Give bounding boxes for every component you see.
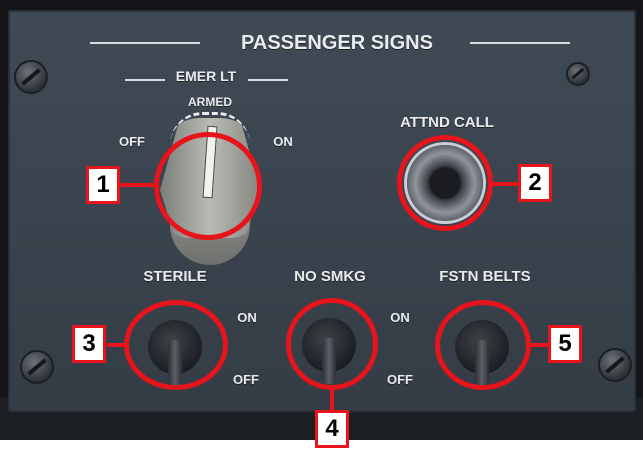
toggle-on-label-left: ON [237, 310, 257, 325]
callout-leader-5 [528, 343, 548, 347]
callout-leader-1 [119, 183, 157, 187]
callout-badge-3: 3 [72, 325, 106, 363]
emer-lt-rule-right [248, 79, 288, 81]
sterile-label: STERILE [143, 268, 207, 285]
callout-badge-4: 4 [315, 410, 349, 448]
toggle-on-label-right: ON [390, 310, 410, 325]
callout-ring-5 [435, 300, 531, 390]
attnd-call-label: ATTND CALL [400, 114, 494, 131]
callout-badge-5: 5 [548, 325, 582, 363]
callout-leader-3 [107, 343, 127, 347]
callout-ring-1 [154, 132, 262, 240]
callout-ring-2 [397, 135, 493, 231]
no-smkg-label: NO SMKG [294, 268, 366, 285]
callout-leader-2 [490, 182, 518, 186]
screw-icon [16, 62, 46, 92]
callout-ring-3 [124, 300, 228, 390]
toggle-off-label-left: OFF [233, 372, 259, 387]
emer-lt-rule-left [125, 79, 165, 81]
callout-leader-4 [330, 388, 334, 410]
toggle-off-label-right: OFF [387, 372, 413, 387]
callout-badge-1: 1 [86, 166, 120, 204]
callout-ring-4 [286, 298, 378, 390]
callout-badge-2: 2 [518, 164, 552, 202]
title-rule-right [470, 42, 570, 44]
fstn-belts-label: FSTN BELTS [439, 268, 531, 285]
panel-title: PASSENGER SIGNS [241, 32, 433, 54]
emer-lt-armed-label: ARMED [188, 95, 232, 109]
emer-lt-off-label: OFF [119, 134, 145, 149]
screw-icon [568, 64, 588, 84]
title-rule-left [90, 42, 200, 44]
emer-lt-label: EMER LT [175, 68, 237, 84]
emer-lt-on-label: ON [273, 134, 293, 149]
screw-icon [22, 352, 52, 382]
screw-icon [600, 350, 630, 380]
